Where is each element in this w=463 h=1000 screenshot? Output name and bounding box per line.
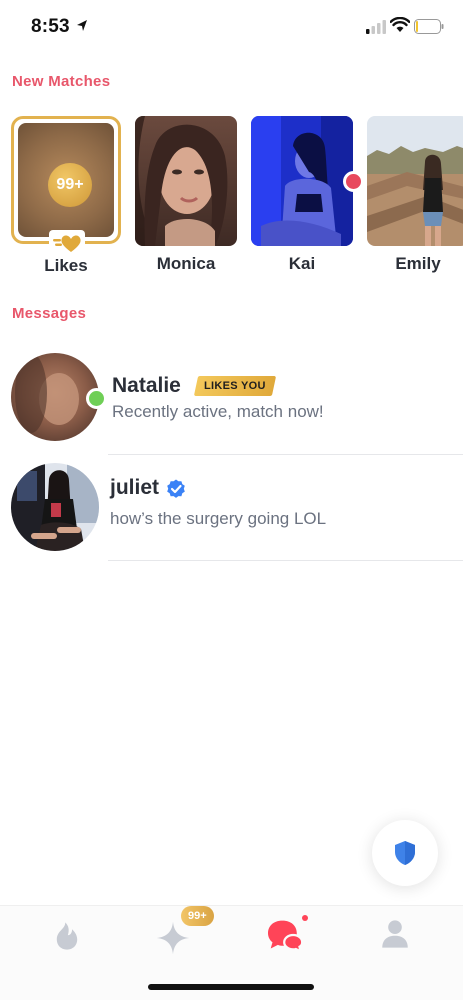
shield-icon <box>395 841 415 865</box>
avatar <box>11 463 99 551</box>
row-divider <box>108 560 463 561</box>
likes-blurred-preview: 99+ <box>18 123 114 237</box>
likes-frame: 99+ <box>11 116 121 244</box>
location-arrow-icon <box>77 20 87 31</box>
home-indicator <box>148 984 314 990</box>
new-matches-row: 99+ Likes Monica Kai Emily <box>0 116 463 281</box>
likes-you-badge: LIKES YOU <box>193 376 276 396</box>
chat-icon[interactable] <box>266 917 306 953</box>
likes-count-badge: 99+ <box>48 163 92 207</box>
verified-badge-icon <box>167 479 185 498</box>
flame-icon[interactable] <box>50 919 84 953</box>
likes-you-label: LIKES YOU <box>204 380 266 392</box>
chat-notification-dot <box>302 915 308 921</box>
likes-card[interactable]: 99+ Likes <box>11 116 121 275</box>
new-matches-heading: New Matches <box>12 73 111 90</box>
message-row-natalie[interactable]: Natalie LIKES YOU Recently active, match… <box>0 346 463 454</box>
likes-label: Likes <box>44 256 88 275</box>
match-name: Monica <box>156 254 216 273</box>
gold-heart-icon <box>49 230 85 256</box>
match-photo <box>135 116 237 246</box>
match-name: Emily <box>395 254 441 273</box>
row-divider <box>108 454 463 455</box>
safety-shield-button[interactable] <box>372 820 438 886</box>
message-row-juliet[interactable]: juliet how’s the surgery going LOL <box>0 456 463 564</box>
match-card-monica[interactable]: Monica <box>135 116 237 273</box>
message-name: Natalie <box>112 374 181 397</box>
message-preview: Recently active, match now! <box>112 402 324 421</box>
message-name: juliet <box>110 476 160 499</box>
status-time: 8:53 <box>31 16 70 37</box>
profile-icon[interactable] <box>378 917 412 951</box>
signal-icon <box>366 20 386 34</box>
status-bar: 8:53 <box>0 0 463 52</box>
new-match-indicator <box>343 171 364 192</box>
match-photo <box>251 116 353 246</box>
messages-heading: Messages <box>12 305 87 322</box>
battery-icon <box>414 19 444 34</box>
message-preview: how’s the surgery going LOL <box>110 509 327 528</box>
match-photo <box>367 116 463 246</box>
online-status-dot <box>86 388 107 409</box>
wifi-icon <box>390 17 410 32</box>
explore-badge: 99+ <box>181 906 214 926</box>
match-card-kai[interactable]: Kai <box>251 116 353 273</box>
sparkle-icon[interactable] <box>155 920 191 956</box>
match-name: Kai <box>288 254 316 273</box>
match-card-emily[interactable]: Emily <box>367 116 463 273</box>
